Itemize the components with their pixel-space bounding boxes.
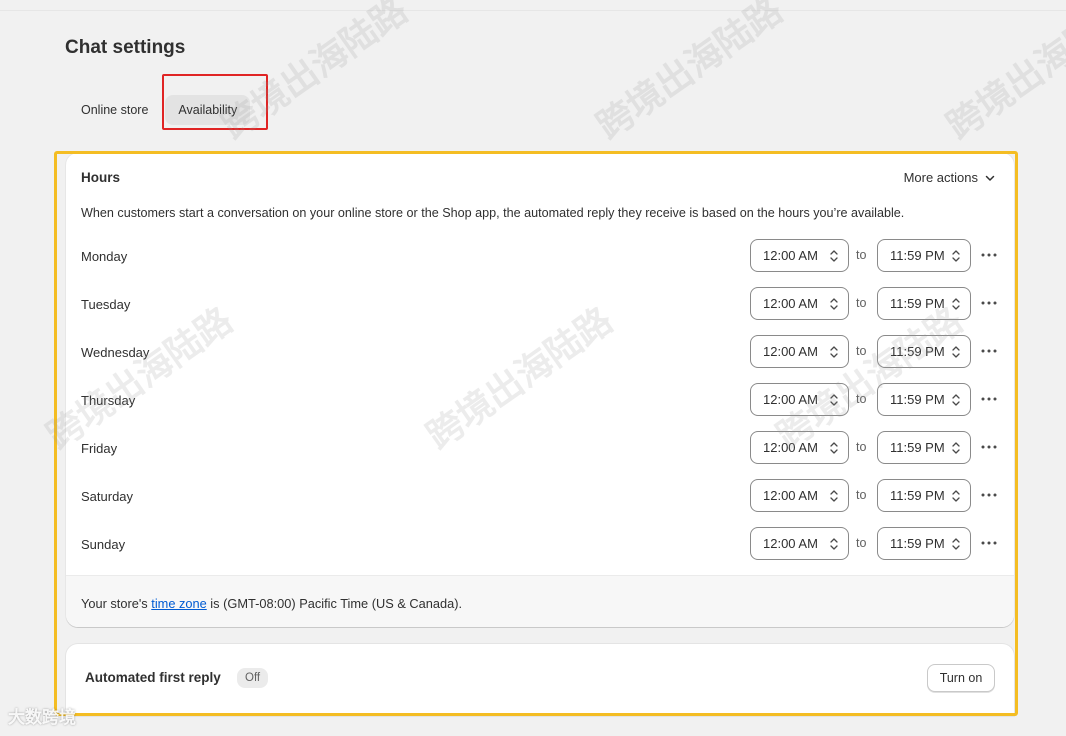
day-label: Saturday xyxy=(81,489,134,504)
end-time-value: 11:59 PM xyxy=(890,248,945,263)
start-time-select[interactable]: 12:00 AM xyxy=(750,383,849,416)
end-time-select[interactable]: 11:59 PM xyxy=(877,479,971,512)
turn-on-button[interactable]: Turn on xyxy=(927,664,995,692)
start-time-select[interactable]: 12:00 AM xyxy=(750,239,849,272)
day-label: Tuesday xyxy=(81,297,131,312)
end-time-value: 11:59 PM xyxy=(890,536,945,551)
end-time-value: 11:59 PM xyxy=(890,296,945,311)
hours-card-title: Hours xyxy=(81,170,121,185)
day-label: Monday xyxy=(81,249,128,264)
more-options-icon[interactable] xyxy=(979,343,999,359)
end-time-select[interactable]: 11:59 PM xyxy=(877,335,971,368)
more-options-icon[interactable] xyxy=(979,439,999,455)
start-time-select[interactable]: 12:00 AM xyxy=(750,287,849,320)
start-time-select[interactable]: 12:00 AM xyxy=(750,479,849,512)
to-label: to xyxy=(856,392,867,406)
day-row-sunday: Sunday 12:00 AM to 11:59 PM xyxy=(66,527,1014,561)
timezone-text: Your store's time zone is (GMT-08:00) Pa… xyxy=(81,596,462,611)
to-label: to xyxy=(856,344,867,358)
page-title: Chat settings xyxy=(65,37,186,58)
end-time-select[interactable]: 11:59 PM xyxy=(877,527,971,560)
more-actions-button[interactable]: More actions xyxy=(904,170,996,185)
day-label: Wednesday xyxy=(81,345,150,360)
chevron-down-icon xyxy=(985,175,995,181)
end-time-select[interactable]: 11:59 PM xyxy=(877,383,971,416)
hours-description: When customers start a conversation on y… xyxy=(81,206,905,220)
start-time-value: 12:00 AM xyxy=(763,296,818,311)
time-zone-link[interactable]: time zone xyxy=(151,596,206,611)
end-time-value: 11:59 PM xyxy=(890,440,945,455)
day-label: Thursday xyxy=(81,393,136,408)
day-row-tuesday: Tuesday 12:00 AM to 11:59 PM xyxy=(66,287,1014,321)
tab-availability[interactable]: Availability xyxy=(165,95,251,125)
day-row-monday: Monday 12:00 AM to 11:59 PM xyxy=(66,239,1014,273)
more-options-icon[interactable] xyxy=(979,295,999,311)
watermark-text: 跨境出海陆路 xyxy=(939,0,1066,148)
timezone-footer: Your store's time zone is (GMT-08:00) Pa… xyxy=(66,575,1014,627)
start-time-select[interactable]: 12:00 AM xyxy=(750,527,849,560)
start-time-value: 12:00 AM xyxy=(763,536,818,551)
start-time-value: 12:00 AM xyxy=(763,248,818,263)
end-time-select[interactable]: 11:59 PM xyxy=(877,239,971,272)
more-options-icon[interactable] xyxy=(979,247,999,263)
day-row-wednesday: Wednesday 12:00 AM to 11:59 PM xyxy=(66,335,1014,369)
automated-reply-card: Automated first reply Off Turn on xyxy=(66,644,1014,716)
start-time-select[interactable]: 12:00 AM xyxy=(750,335,849,368)
more-actions-label: More actions xyxy=(903,170,978,185)
watermark-text: 跨境出海陆路 xyxy=(589,0,791,148)
more-options-icon[interactable] xyxy=(979,535,999,551)
start-time-value: 12:00 AM xyxy=(763,392,818,407)
more-options-icon[interactable] xyxy=(979,391,999,407)
to-label: to xyxy=(856,296,867,310)
timezone-suffix: is (GMT-08:00) Pacific Time (US & Canada… xyxy=(206,596,463,611)
day-row-thursday: Thursday 12:00 AM to 11:59 PM xyxy=(66,383,1014,417)
to-label: to xyxy=(856,440,867,454)
more-options-icon[interactable] xyxy=(979,487,999,503)
end-time-value: 11:59 PM xyxy=(890,344,945,359)
day-row-friday: Friday 12:00 AM to 11:59 PM xyxy=(66,431,1014,465)
day-label: Friday xyxy=(81,441,118,456)
status-badge: Off xyxy=(237,668,269,688)
timezone-prefix: Your store's xyxy=(81,596,152,611)
to-label: to xyxy=(856,248,867,262)
top-divider xyxy=(0,10,1066,11)
start-time-value: 12:00 AM xyxy=(763,440,818,455)
watermark-text: 跨境出海陆路 xyxy=(214,0,416,148)
start-time-value: 12:00 AM xyxy=(763,488,818,503)
hours-card: Hours More actions When customers start … xyxy=(66,153,1014,627)
automated-reply-title: Automated first reply xyxy=(85,670,221,685)
end-time-select[interactable]: 11:59 PM xyxy=(877,431,971,464)
start-time-value: 12:00 AM xyxy=(763,344,818,359)
to-label: to xyxy=(856,536,867,550)
tab-online-store[interactable]: Online store xyxy=(68,95,161,125)
end-time-select[interactable]: 11:59 PM xyxy=(877,287,971,320)
day-row-saturday: Saturday 12:00 AM to 11:59 PM xyxy=(66,479,1014,513)
day-label: Sunday xyxy=(81,537,126,552)
start-time-select[interactable]: 12:00 AM xyxy=(750,431,849,464)
to-label: to xyxy=(856,488,867,502)
end-time-value: 11:59 PM xyxy=(890,392,945,407)
end-time-value: 11:59 PM xyxy=(890,488,945,503)
settings-tabs: Online store Availability xyxy=(68,95,251,125)
